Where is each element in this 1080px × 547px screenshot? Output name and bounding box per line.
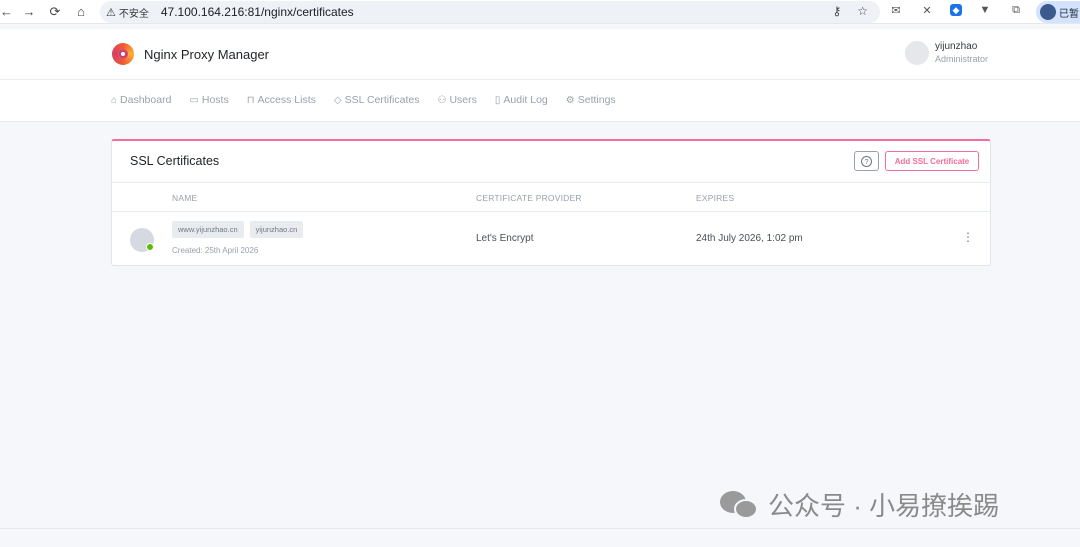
- divider: [0, 528, 1080, 529]
- forward-icon[interactable]: →: [16, 0, 42, 24]
- nav-settings[interactable]: ⚙ Settings: [566, 94, 616, 106]
- blue-extension-icon[interactable]: ◆: [950, 4, 962, 16]
- mail-extension-icon[interactable]: ✉: [888, 2, 904, 18]
- shield-icon: ◇: [333, 94, 342, 106]
- home-icon: ⌂: [111, 94, 118, 106]
- avatar: [905, 40, 929, 65]
- lock-icon: ⊓: [246, 94, 255, 106]
- certificate-provider: Let's Encrypt: [476, 233, 534, 244]
- wechat-watermark: 公众号 · 小易撩挨踢: [720, 486, 999, 523]
- created-date: Created: 25th April 2026: [172, 246, 259, 255]
- home-browser-icon[interactable]: ⌂: [68, 0, 94, 24]
- brand[interactable]: Nginx Proxy Manager: [112, 43, 269, 65]
- puzzle-extension-icon[interactable]: ⧉: [1008, 2, 1024, 18]
- add-ssl-certificate-button[interactable]: Add SSL Certificate: [885, 151, 979, 171]
- back-icon[interactable]: ←: [0, 0, 13, 24]
- nav-ssl-certificates[interactable]: ◇ SSL Certificates: [334, 94, 420, 106]
- users-icon: ⚇: [437, 94, 447, 106]
- help-button[interactable]: ?: [854, 151, 879, 171]
- wechat-icon: [720, 489, 760, 521]
- nav-access-lists[interactable]: ⊓ Access Lists: [247, 94, 316, 106]
- card-title: SSL Certificates: [130, 154, 220, 168]
- key-icon[interactable]: ⚷: [832, 4, 841, 18]
- status-dot: [146, 243, 154, 251]
- column-header-expires: EXPIRES: [696, 193, 735, 203]
- app-header: Nginx Proxy Manager yijunzhao Administra…: [0, 29, 1080, 80]
- expires-date: 24th July 2026, 1:02 pm: [696, 233, 803, 244]
- book-icon: ▯: [494, 94, 501, 106]
- column-header-provider: CERTIFICATE PROVIDER: [476, 193, 582, 203]
- warning-icon: ⚠: [106, 6, 116, 19]
- address-bar[interactable]: ⚠ 不安全 47.100.164.216:81/nginx/certificat…: [100, 1, 880, 23]
- monitor-icon: ▭: [189, 94, 199, 106]
- table-header: NAME CERTIFICATE PROVIDER EXPIRES: [112, 183, 990, 212]
- profile-button[interactable]: 已暂: [1036, 1, 1080, 23]
- reload-icon[interactable]: ⟳: [42, 0, 68, 24]
- nav-audit-log[interactable]: ▯ Audit Log: [495, 94, 548, 106]
- help-icon: ?: [861, 155, 872, 167]
- nginx-proxy-manager-logo-icon: [112, 43, 134, 65]
- star-icon[interactable]: ☆: [857, 4, 868, 18]
- main-nav: ⌂ Dashboard ▭ Hosts ⊓ Access Lists ◇ SSL…: [0, 80, 1080, 122]
- card-header: SSL Certificates ? Add SSL Certificate: [112, 141, 990, 183]
- ssl-certificates-card: SSL Certificates ? Add SSL Certificate N…: [111, 139, 991, 266]
- nav-dashboard[interactable]: ⌂ Dashboard: [111, 94, 171, 106]
- domain-tag: yijunzhao.cn: [249, 221, 304, 238]
- user-menu[interactable]: yijunzhao Administrator: [905, 40, 988, 65]
- user-role: Administrator: [935, 54, 989, 64]
- security-indicator[interactable]: ⚠ 不安全: [106, 5, 149, 20]
- column-header-name: NAME: [172, 193, 198, 203]
- watermark-text: 公众号 · 小易撩挨踢: [768, 491, 1000, 521]
- gear-icon: ⚙: [565, 94, 575, 106]
- profile-avatar: [1040, 4, 1056, 20]
- vue-extension-icon[interactable]: ▼: [977, 2, 993, 18]
- x-extension-icon[interactable]: ✕: [919, 2, 935, 18]
- domain-tag: www.yijunzhao.cn: [172, 221, 244, 238]
- certificate-avatar: [130, 228, 154, 252]
- url-text: 47.100.164.216:81/nginx/certificates: [160, 5, 354, 19]
- table-row: www.yijunzhao.cn yijunzhao.cn Created: 2…: [112, 212, 990, 266]
- browser-toolbar: ← → ⟳ ⌂ ⚠ 不安全 47.100.164.216:81/nginx/ce…: [0, 0, 1080, 24]
- nav-hosts[interactable]: ▭ Hosts: [189, 94, 228, 106]
- nav-users[interactable]: ⚇ Users: [437, 94, 476, 106]
- brand-name: Nginx Proxy Manager: [144, 46, 269, 62]
- row-actions-menu-icon[interactable]: ⋮: [962, 230, 974, 244]
- user-name: yijunzhao: [935, 41, 978, 52]
